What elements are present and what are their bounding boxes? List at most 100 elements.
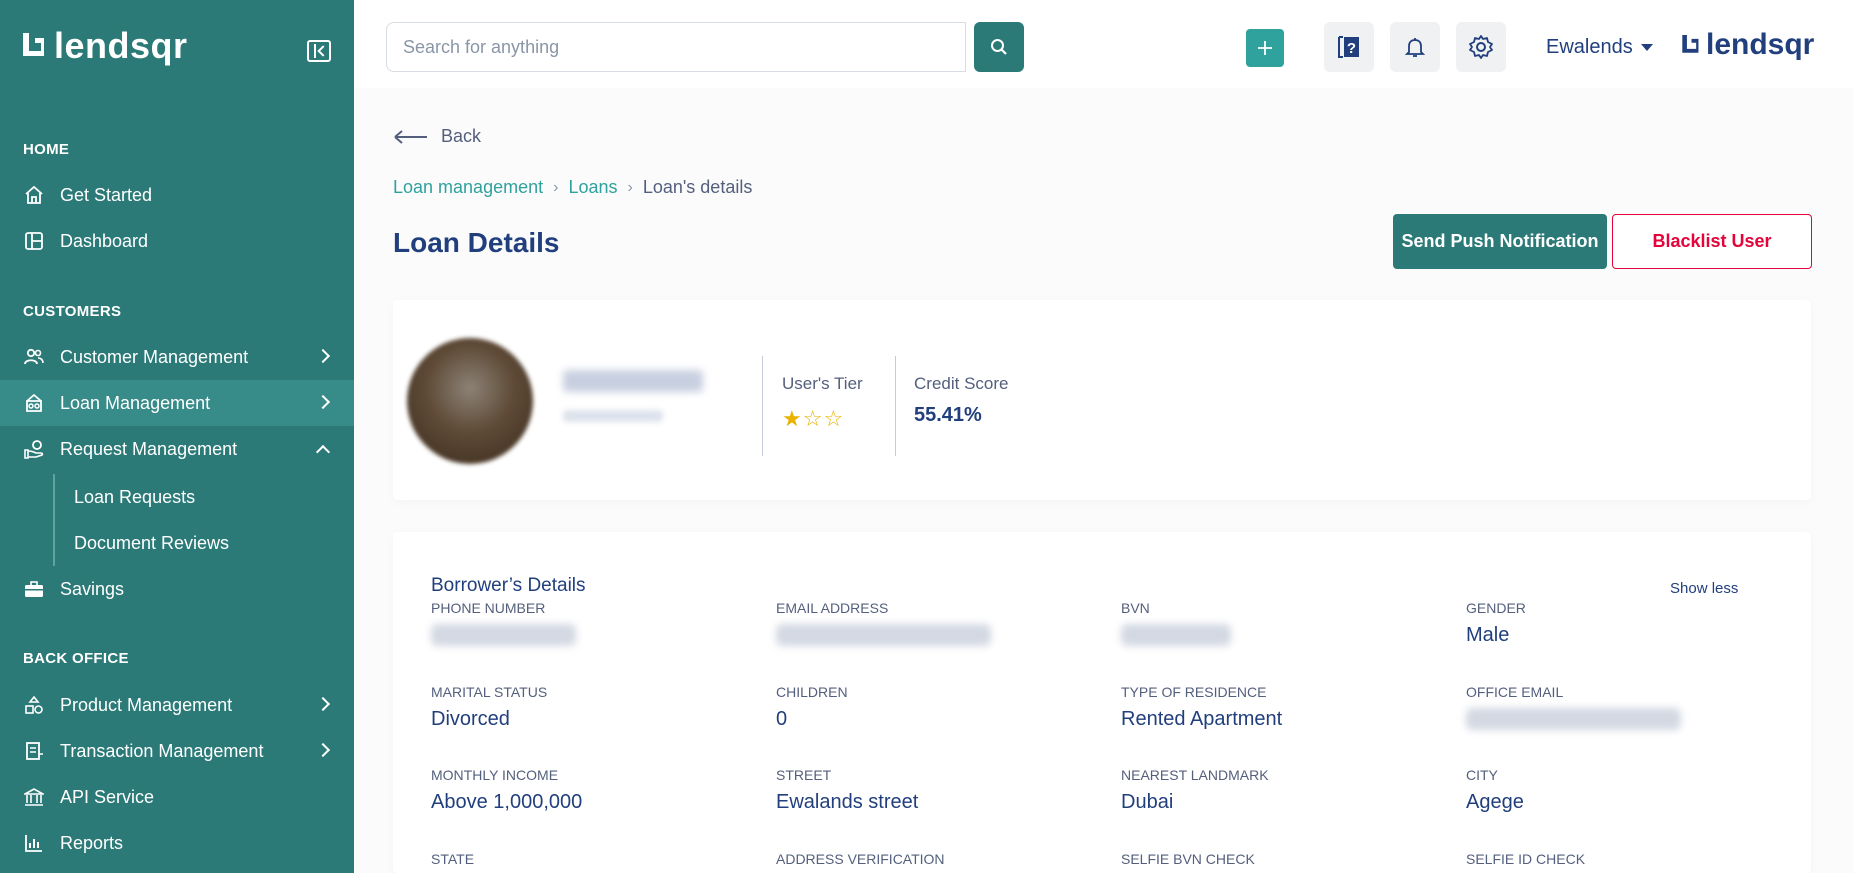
chevron-right-icon: › — [627, 178, 633, 196]
field-phone-number: PHONE NUMBER — [431, 600, 576, 646]
sidebar-item-label: Savings — [60, 578, 125, 599]
sidebar-item-label: Product Management — [60, 694, 233, 715]
product-icon — [24, 695, 44, 715]
send-push-notification-button[interactable]: Send Push Notification — [1393, 214, 1607, 269]
back-link[interactable]: Back — [393, 126, 481, 147]
section-back-office: BACK OFFICE — [23, 650, 129, 667]
field-children: CHILDREN 0 — [776, 684, 848, 731]
header-logo: lendsqr — [1680, 30, 1814, 60]
sidebar-item-label: Dashboard — [60, 230, 149, 251]
section-customers: CUSTOMERS — [23, 303, 122, 320]
field-value: Male — [1466, 624, 1510, 646]
collapse-sidebar-icon[interactable] — [307, 40, 331, 62]
users-icon — [24, 347, 44, 367]
field-label: MARITAL STATUS — [431, 684, 548, 700]
field-label: SELFIE BVN CHECK — [1121, 851, 1255, 867]
field-city: CITY Agege — [1466, 767, 1524, 814]
chevron-right-icon — [315, 348, 331, 364]
sidebar-item-label: Reports — [60, 832, 124, 853]
search-icon — [991, 39, 1007, 55]
sidebar-subitem-document-reviews[interactable]: Document Reviews — [74, 533, 229, 554]
breadcrumb-loans[interactable]: Loans — [568, 177, 617, 198]
request-icon — [24, 439, 44, 459]
search-button[interactable] — [974, 22, 1024, 72]
sidebar-logo[interactable]: lendsqr — [20, 28, 188, 64]
avatar — [407, 338, 533, 464]
field-label: CHILDREN — [776, 684, 848, 700]
breadcrumb-loan-management[interactable]: Loan management — [393, 177, 543, 198]
field-monthly-income: MONTHLY INCOME Above 1,000,000 — [431, 767, 582, 814]
briefcase-icon — [24, 579, 44, 599]
tier-stars: ★☆☆ — [782, 406, 845, 431]
field-value: Dubai — [1121, 791, 1174, 813]
logo-text: lendsqr — [54, 25, 188, 66]
field-label: PHONE NUMBER — [431, 600, 546, 616]
field-selfie-bvn-check: SELFIE BVN CHECK — [1121, 851, 1255, 867]
field-label: OFFICE EMAIL — [1466, 684, 1564, 700]
field-label: NEAREST LANDMARK — [1121, 767, 1269, 783]
field-bvn: BVN — [1121, 600, 1231, 646]
field-value-redacted — [1466, 708, 1681, 730]
sidebar-item-dashboard[interactable]: Dashboard — [0, 218, 354, 264]
field-value-redacted — [1121, 624, 1231, 646]
user-menu[interactable]: Ewalends — [1546, 36, 1653, 59]
field-label: CITY — [1466, 767, 1498, 783]
sidebar-item-transaction-management[interactable]: Transaction Management — [0, 728, 354, 774]
chevron-right-icon: › — [553, 178, 559, 196]
field-value: Ewalands street — [776, 791, 919, 813]
add-button[interactable] — [1246, 29, 1284, 67]
settings-button[interactable] — [1456, 22, 1506, 72]
blacklist-user-button[interactable]: Blacklist User — [1612, 214, 1812, 269]
help-button[interactable]: ? — [1324, 22, 1374, 72]
sidebar-subitem-loan-requests[interactable]: Loan Requests — [74, 487, 195, 508]
profile-card: User's Tier ★☆☆ Credit Score 55.41% — [393, 300, 1811, 500]
caret-down-icon — [1640, 44, 1653, 51]
svg-text:?: ? — [1347, 40, 1356, 57]
plus-icon — [1258, 41, 1272, 55]
sidebar-item-reports[interactable]: Reports — [0, 820, 354, 866]
lendsqr-logo-icon — [20, 31, 46, 61]
field-street: STREET Ewalands street — [776, 767, 918, 814]
sidebar: lendsqr HOME Get Started Dashboard CUSTO… — [0, 0, 354, 873]
field-value-redacted — [431, 624, 576, 646]
field-state: STATE — [431, 851, 474, 867]
back-label: Back — [441, 126, 482, 146]
bell-icon — [1404, 38, 1426, 57]
field-address-verification: ADDRESS VERIFICATION — [776, 851, 945, 867]
sidebar-item-label: Get Started — [60, 184, 153, 205]
field-email-address: EMAIL ADDRESS — [776, 600, 991, 646]
field-marital-status: MARITAL STATUS Divorced — [431, 684, 547, 731]
dashboard-icon — [24, 231, 44, 251]
breadcrumb-current: Loan's details — [642, 177, 753, 197]
user-id-redacted — [563, 410, 663, 422]
field-value: Agege — [1466, 791, 1524, 813]
search-input[interactable] — [386, 22, 966, 72]
home-icon — [24, 185, 44, 205]
sidebar-item-product-management[interactable]: Product Management — [0, 682, 354, 728]
chevron-right-icon — [315, 742, 331, 758]
sidebar-item-get-started[interactable]: Get Started — [0, 172, 354, 218]
divider — [762, 356, 763, 456]
sidebar-item-loan-management[interactable]: Loan Management — [0, 380, 354, 426]
sidebar-item-customer-management[interactable]: Customer Management — [0, 334, 354, 380]
sidebar-item-label: API Service — [60, 786, 155, 807]
notifications-button[interactable] — [1390, 22, 1440, 72]
sidebar-item-label: Transaction Management — [60, 740, 264, 761]
sidebar-item-savings[interactable]: Savings — [0, 566, 354, 612]
field-label: ADDRESS VERIFICATION — [776, 851, 945, 867]
gear-icon — [1469, 35, 1493, 59]
help-icon: ? — [1338, 36, 1359, 58]
show-less-link[interactable]: Show less — [1670, 580, 1738, 597]
sidebar-item-label: Request Management — [60, 438, 238, 459]
sidebar-item-label: Loan Management — [60, 392, 211, 413]
sidebar-item-request-management[interactable]: Request Management — [0, 426, 354, 472]
sidebar-item-api-service[interactable]: API Service — [0, 774, 354, 820]
field-selfie-id-check: SELFIE ID CHECK — [1466, 851, 1585, 867]
chevron-up-icon — [315, 444, 331, 460]
credit-score-label: Credit Score — [914, 374, 1009, 393]
field-value: Above 1,000,000 — [431, 791, 583, 813]
field-gender: GENDER Male — [1466, 600, 1526, 647]
tier-label: User's Tier — [782, 374, 863, 393]
field-label: GENDER — [1466, 600, 1526, 616]
reports-icon — [24, 833, 44, 853]
